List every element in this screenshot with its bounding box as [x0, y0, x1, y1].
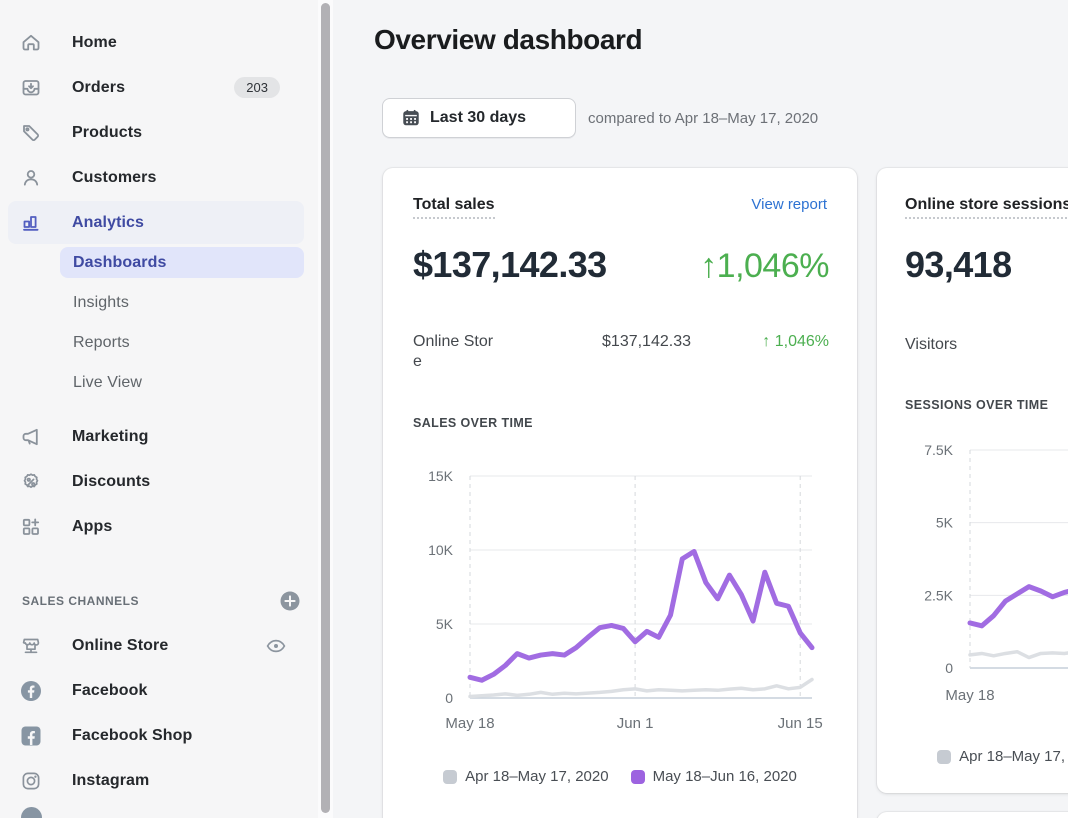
sidebar-item-discounts[interactable]: Discounts — [8, 459, 304, 504]
plus-icon — [279, 590, 301, 612]
orders-count-badge: 203 — [234, 77, 280, 98]
orders-icon — [20, 77, 42, 99]
chart-legend: Apr 18–May 17, 2020 May 18–Jun 16, 2020 — [383, 768, 857, 785]
calendar-icon — [401, 108, 421, 128]
sidebar-item-marketing[interactable]: Marketing — [8, 414, 304, 459]
sidebar-scrollbar-thumb[interactable] — [321, 3, 330, 813]
sidebar-item-label: Home — [72, 34, 117, 52]
sidebar-item-facebook-shop[interactable]: Facebook Shop — [8, 713, 304, 758]
sidebar-item-customers[interactable]: Customers — [8, 155, 304, 200]
date-range-button[interactable]: Last 30 days — [382, 98, 576, 138]
svg-text:7.5K: 7.5K — [924, 442, 953, 458]
svg-text:0: 0 — [445, 690, 453, 706]
sidebar-item-home[interactable]: Home — [8, 20, 304, 65]
sidebar-subitem-label: Insights — [73, 294, 129, 312]
instagram-icon — [20, 770, 42, 792]
channel-partial-icon — [21, 807, 42, 818]
svg-text:May 18: May 18 — [445, 715, 494, 732]
svg-text:Jun 15: Jun 15 — [778, 715, 823, 732]
sidebar-item-label: Products — [72, 124, 142, 142]
dashboard-controls: Last 30 days compared to Apr 18–May 17, … — [382, 98, 818, 138]
page-title: Overview dashboard — [374, 24, 642, 56]
sidebar-item-label: Facebook — [72, 682, 148, 700]
sidebar-item-label: Facebook Shop — [72, 727, 192, 745]
legend-entry-previous: Apr 18–May 17, 2020 — [937, 748, 1068, 765]
analytics-icon — [20, 212, 42, 234]
sidebar-item-apps[interactable]: Apps — [8, 504, 304, 549]
view-online-store-button[interactable] — [265, 635, 287, 657]
sidebar-subitem-label: Live View — [73, 374, 142, 392]
sidebar: Home Orders 203 Products Customers — [0, 0, 318, 818]
svg-text:Jun 1: Jun 1 — [617, 715, 654, 732]
legend-swatch-current — [631, 770, 645, 784]
sales-channels-label: SALES CHANNELS — [22, 594, 139, 608]
shopify-admin: Home Orders 203 Products Customers — [0, 0, 1068, 818]
sidebar-item-label: Customers — [72, 169, 156, 187]
sidebar-item-label: Apps — [72, 518, 112, 536]
sidebar-item-facebook[interactable]: Facebook — [8, 668, 304, 713]
svg-text:5K: 5K — [936, 515, 954, 531]
legend-entry-previous: Apr 18–May 17, 2020 — [443, 768, 608, 785]
legend-swatch-previous — [443, 770, 457, 784]
main-content: Overview dashboard Last 30 days compared… — [333, 0, 1068, 818]
sidebar-item-orders[interactable]: Orders 203 — [8, 65, 304, 110]
sidebar-subitem-live-view[interactable]: Live View — [60, 363, 304, 403]
customers-icon — [20, 167, 42, 189]
sidebar-subitem-dashboards[interactable]: Dashboards — [60, 247, 304, 278]
discounts-icon — [20, 471, 42, 493]
svg-text:15K: 15K — [428, 468, 454, 484]
eye-icon — [265, 635, 287, 657]
sidebar-subitem-label: Dashboards — [73, 254, 166, 272]
svg-text:0: 0 — [945, 660, 953, 676]
sidebar-subitem-insights[interactable]: Insights — [60, 283, 304, 323]
products-icon — [20, 122, 42, 144]
storefront-icon — [20, 635, 42, 657]
legend-swatch-previous — [937, 750, 951, 764]
chart-legend: Apr 18–May 17, 2020 May 18–Jun 16, 2020 — [877, 748, 1068, 765]
sidebar-item-label: Online Store — [72, 637, 168, 655]
compare-period-text: compared to Apr 18–May 17, 2020 — [588, 110, 818, 127]
svg-text:May 18: May 18 — [945, 687, 994, 704]
sidebar-item-analytics[interactable]: Analytics — [8, 201, 304, 244]
facebook-shop-icon — [20, 725, 42, 747]
sessions-over-time-chart: 0 2.5K 5K 7.5K May 18 — [877, 168, 1068, 728]
sidebar-item-label: Orders — [72, 79, 125, 97]
sidebar-item-products[interactable]: Products — [8, 110, 304, 155]
sidebar-subitem-reports[interactable]: Reports — [60, 323, 304, 363]
sidebar-item-instagram[interactable]: Instagram — [8, 758, 304, 803]
date-range-label: Last 30 days — [430, 109, 526, 127]
legend-entry-current: May 18–Jun 16, 2020 — [631, 768, 797, 785]
online-store-sessions-card: Online store sessions 93,418 Visitors SE… — [877, 168, 1068, 793]
apps-icon — [20, 516, 42, 538]
facebook-icon — [20, 680, 42, 702]
sidebar-item-label: Discounts — [72, 473, 150, 491]
next-card-partial — [877, 812, 1068, 818]
svg-text:5K: 5K — [436, 616, 454, 632]
sidebar-item-label: Marketing — [72, 428, 148, 446]
sales-over-time-chart: 0 5K 10K 15K May 18 Jun 1 Jun 15 — [383, 168, 857, 743]
svg-text:2.5K: 2.5K — [924, 587, 953, 603]
sidebar-item-label: Instagram — [72, 772, 149, 790]
sidebar-item-label: Analytics — [72, 214, 144, 232]
sidebar-subitem-label: Reports — [73, 334, 130, 352]
sidebar-item-online-store[interactable]: Online Store — [8, 623, 304, 668]
marketing-icon — [20, 426, 42, 448]
add-channel-button[interactable] — [279, 590, 301, 612]
sidebar-scrollbar-track[interactable] — [318, 0, 333, 818]
total-sales-card: Total sales View report $137,142.33 ↑1,0… — [383, 168, 857, 818]
home-icon — [20, 32, 42, 54]
svg-text:10K: 10K — [428, 542, 454, 558]
nav-section-gap — [0, 403, 318, 414]
sales-channels-header: SALES CHANNELS — [0, 578, 318, 623]
